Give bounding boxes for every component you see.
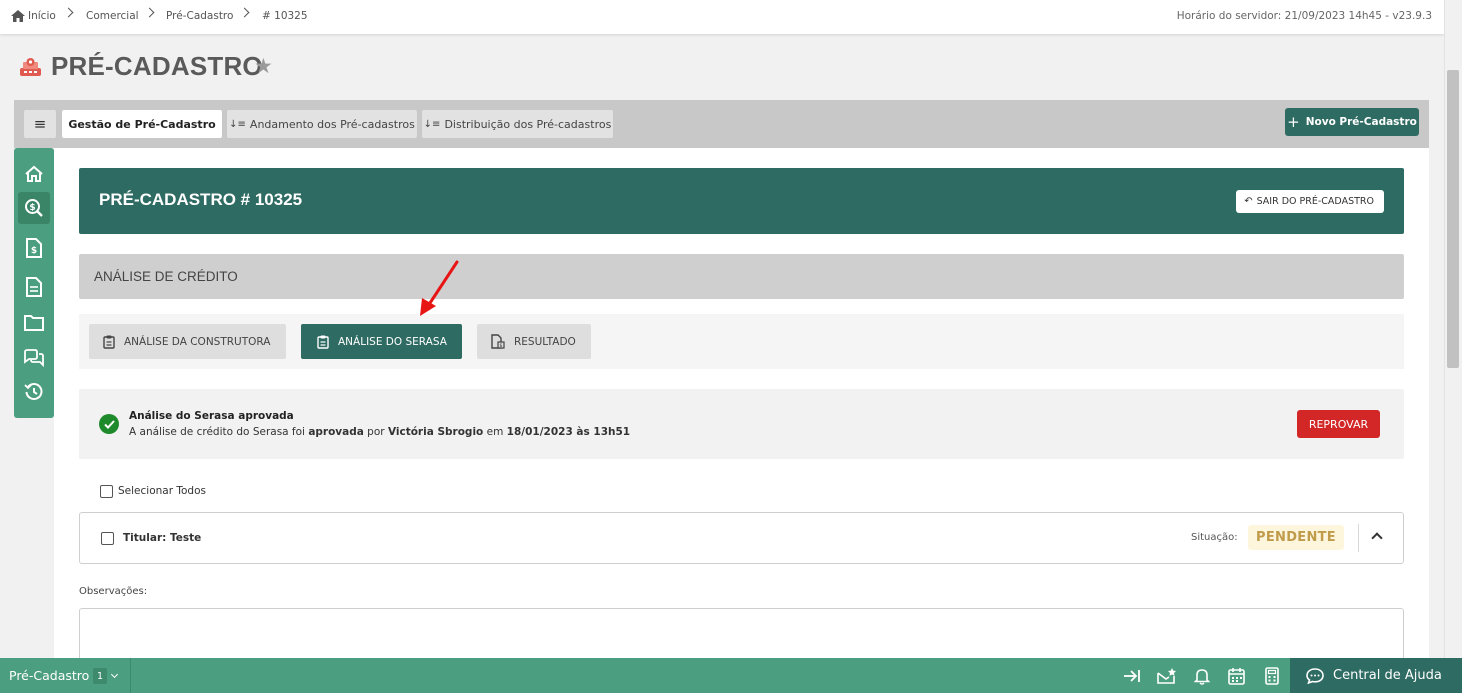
breadcrumb-separator-icon <box>239 7 250 18</box>
help-center-label: Central de Ajuda <box>1333 668 1442 683</box>
breadcrumb-current: # 10325 <box>262 10 308 22</box>
cash-register-icon <box>20 58 41 76</box>
sidebar-folder-icon[interactable] <box>18 306 50 338</box>
bell-icon[interactable] <box>1192 666 1212 686</box>
svg-text:$: $ <box>499 343 502 349</box>
pre-cadastro-header: PRÉ-CADASTRO # 10325 ↶ SAIR DO PRÉ-CADAS… <box>79 168 1404 234</box>
calendar-icon[interactable] <box>1226 666 1246 686</box>
clipboard-icon <box>103 335 115 349</box>
annotation-arrow-icon <box>420 260 459 316</box>
favorite-star-icon[interactable]: ★ <box>254 56 273 77</box>
divider <box>1358 524 1359 552</box>
alert-title: Análise do Serasa aprovada <box>129 410 294 422</box>
new-pre-cadastro-label: Novo Pré-Cadastro <box>1305 116 1417 128</box>
calculator-icon[interactable] <box>1262 666 1282 686</box>
page-title: PRÉ-CADASTRO <box>51 51 263 81</box>
alert-text-part: por <box>363 426 388 438</box>
sidebar-document-icon[interactable] <box>18 271 50 303</box>
sidebar-comments-icon[interactable] <box>18 342 50 374</box>
subtab-analise-construtora[interactable]: ANÁLISE DA CONSTRUTORA <box>89 324 286 359</box>
tab-andamento-label: Andamento dos Pré-cadastros <box>249 117 415 131</box>
chevron-down-icon[interactable] <box>110 670 119 679</box>
sort-icon: ↓≡ <box>423 118 441 130</box>
titular-row: Titular: Teste Situação: PENDENTE <box>79 512 1404 564</box>
svg-text:$: $ <box>31 246 37 256</box>
serasa-approval-alert: Análise do Serasa aprovada A análise de … <box>79 389 1404 459</box>
reply-icon: ↶ <box>1244 196 1253 207</box>
bottom-bar: Pré-Cadastro 1 Central de Ajuda <box>0 658 1462 693</box>
clipboard-icon <box>317 335 329 349</box>
sidebar-home-icon[interactable] <box>18 158 50 190</box>
status-badge: PENDENTE <box>1248 525 1344 550</box>
collapse-arrow-icon[interactable] <box>1122 666 1142 686</box>
new-pre-cadastro-button[interactable]: + Novo Pré-Cadastro <box>1285 108 1419 136</box>
plus-icon: + <box>1287 113 1300 131</box>
tab-distribuicao-label: Distribuição dos Pré-cadastros <box>444 117 612 131</box>
breadcrumb-comercial[interactable]: Comercial <box>86 10 139 22</box>
subtab-resultado-label: RESULTADO <box>514 335 576 348</box>
status-label: Situação: <box>1191 532 1238 543</box>
exit-pre-cadastro-label: SAIR DO PRÉ-CADASTRO <box>1256 196 1374 207</box>
observations-label: Observações: <box>79 586 148 597</box>
tab-gestao[interactable]: Gestão de Pré-Cadastro <box>62 110 222 138</box>
scrollbar-thumb[interactable] <box>1447 70 1459 368</box>
analysis-subtabs: ANÁLISE DA CONSTRUTORA ANÁLISE DO SERASA… <box>79 314 1404 369</box>
section-header: ANÁLISE DE CRÉDITO <box>79 254 1404 299</box>
exit-pre-cadastro-button[interactable]: ↶ SAIR DO PRÉ-CADASTRO <box>1236 190 1384 213</box>
check-circle-icon <box>99 414 119 434</box>
subtab-resultado[interactable]: $ RESULTADO <box>477 324 591 359</box>
menu-toggle-button[interactable]: ≡ <box>24 110 56 138</box>
home-icon[interactable] <box>11 10 25 22</box>
breadcrumb-home[interactable]: Início <box>28 10 56 22</box>
server-time: Horário do servidor: 21/09/2023 14h45 - … <box>1176 10 1432 22</box>
sidebar-search-dollar-icon[interactable]: $ <box>18 192 50 224</box>
select-all-label: Selecionar Todos <box>118 485 206 497</box>
envelope-star-icon[interactable] <box>1157 666 1177 686</box>
alert-date: 18/01/2023 às 13h51 <box>506 426 631 438</box>
breadcrumb-separator-icon <box>144 7 155 18</box>
section-title: ANÁLISE DE CRÉDITO <box>94 269 238 284</box>
top-bar: Início Comercial Pré-Cadastro # 10325 Ho… <box>0 0 1444 34</box>
alert-user: Victória Sbrogio <box>387 426 484 438</box>
pre-cadastro-title: PRÉ-CADASTRO # 10325 <box>99 190 303 209</box>
titular-checkbox[interactable] <box>101 532 114 545</box>
svg-text:$: $ <box>29 203 35 213</box>
subtab-analise-serasa[interactable]: ANÁLISE DO SERASA <box>301 324 462 359</box>
chevron-up-icon[interactable] <box>1371 532 1383 544</box>
alert-text-part: em <box>483 426 507 438</box>
chat-help-icon <box>1306 667 1324 684</box>
alert-text-part: A análise de crédito do Serasa foi <box>129 426 309 438</box>
tab-andamento[interactable]: ↓≡ Andamento dos Pré-cadastros <box>227 110 417 138</box>
tab-bar: ≡ Gestão de Pré-Cadastro ↓≡ Andamento do… <box>14 100 1429 148</box>
sidebar: $ $ <box>14 148 54 418</box>
help-center-button[interactable]: Central de Ajuda <box>1290 658 1462 693</box>
subtab-analise-construtora-label: ANÁLISE DA CONSTRUTORA <box>124 335 271 348</box>
alert-text: A análise de crédito do Serasa foi aprov… <box>129 426 630 438</box>
open-tab-pre-cadastro[interactable]: Pré-Cadastro 1 <box>0 658 131 693</box>
file-invoice-icon: $ <box>491 334 505 349</box>
open-tab-label: Pré-Cadastro <box>9 668 90 683</box>
titular-label: Titular: Teste <box>123 532 202 544</box>
reject-button[interactable]: REPROVAR <box>1297 410 1380 438</box>
sort-icon: ↓≡ <box>229 118 246 130</box>
breadcrumb-pre-cadastro[interactable]: Pré-Cadastro <box>166 10 233 22</box>
subtab-analise-serasa-label: ANÁLISE DO SERASA <box>338 335 447 348</box>
tab-distribuicao[interactable]: ↓≡ Distribuição dos Pré-cadastros <box>422 110 613 138</box>
select-all-checkbox[interactable] <box>100 485 113 498</box>
breadcrumb-separator-icon <box>63 7 74 18</box>
alert-status: aprovada <box>308 426 364 438</box>
sidebar-history-icon[interactable] <box>18 376 50 408</box>
sidebar-invoice-dollar-icon[interactable]: $ <box>18 232 50 264</box>
open-tab-count: 1 <box>93 668 107 684</box>
